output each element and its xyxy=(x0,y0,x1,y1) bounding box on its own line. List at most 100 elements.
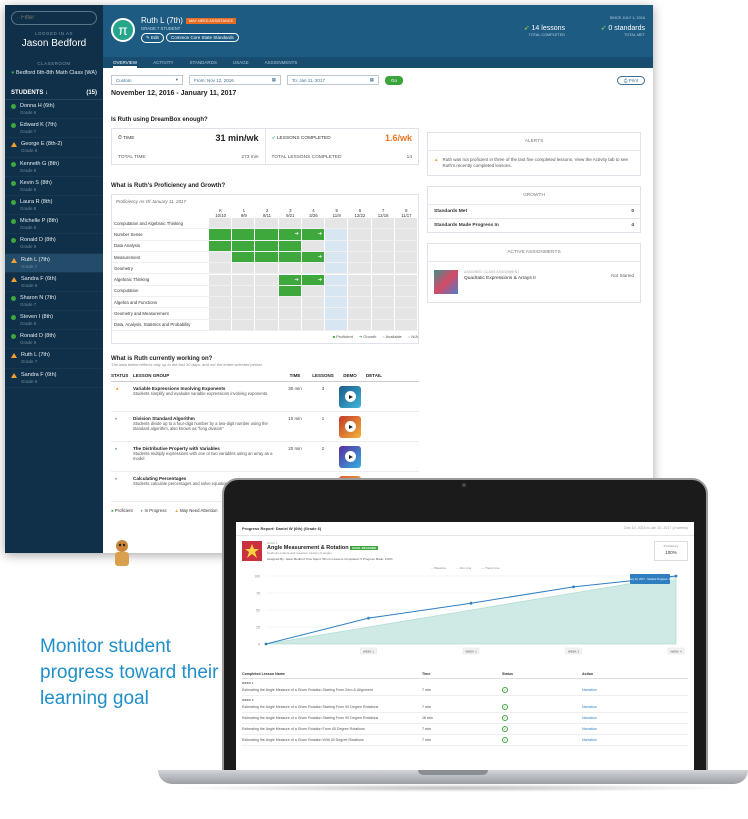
play-icon[interactable] xyxy=(344,421,356,433)
grid-cell[interactable] xyxy=(232,285,256,297)
grid-cell[interactable] xyxy=(371,274,395,285)
grid-cell[interactable] xyxy=(278,308,302,319)
grid-cell[interactable] xyxy=(394,308,419,319)
grid-cell[interactable] xyxy=(371,229,395,240)
tab-overview[interactable]: OVERVIEW xyxy=(113,57,138,68)
grid-cell[interactable] xyxy=(278,251,302,263)
narration-link[interactable]: Narration xyxy=(582,688,662,692)
print-button[interactable]: ⎙ Print xyxy=(616,75,645,85)
grid-cell[interactable] xyxy=(208,263,233,274)
grid-cell[interactable] xyxy=(325,308,349,319)
student-item[interactable]: Kenneth G (8th) Grade 8 xyxy=(5,158,103,177)
grid-cell[interactable] xyxy=(348,274,372,285)
grid-cell[interactable] xyxy=(371,240,395,251)
student-item[interactable]: Edward K (7th) Grade 7 xyxy=(5,119,103,139)
grid-cell[interactable] xyxy=(394,240,419,251)
student-item[interactable]: George E (8th-2) Grade 8 xyxy=(5,138,103,158)
classroom-select[interactable]: ● Bedford 6th-8th Math Class (WA) xyxy=(9,69,99,77)
grid-cell[interactable] xyxy=(371,297,395,308)
student-item[interactable]: Ruth L (7th) Grade 7 xyxy=(5,349,103,369)
grid-cell[interactable] xyxy=(301,263,326,274)
grid-cell[interactable] xyxy=(325,240,349,251)
grid-cell[interactable] xyxy=(208,218,233,229)
narration-link[interactable]: Narration xyxy=(582,716,662,720)
grid-cell[interactable] xyxy=(208,297,233,308)
grid-cell[interactable] xyxy=(255,263,279,274)
grid-cell[interactable] xyxy=(301,308,326,319)
grid-cell[interactable] xyxy=(348,229,372,240)
student-item[interactable]: Ronald D (8th) Grade 8 xyxy=(5,330,103,350)
grid-cell[interactable] xyxy=(301,297,326,308)
student-item[interactable]: Laura R (8th) Grade 8 xyxy=(5,196,103,216)
grid-cell[interactable] xyxy=(232,308,256,319)
grid-cell[interactable]: ➔ xyxy=(301,229,326,240)
table-row[interactable]: ◐ Division Standard Algorithm Students div… xyxy=(111,412,419,442)
grid-cell[interactable] xyxy=(394,297,419,308)
grid-cell[interactable] xyxy=(208,285,233,297)
from-date-field[interactable]: From: Nov 12, 2016 ▦ xyxy=(189,75,281,85)
student-item[interactable]: Sharon N (7th) Grade 7 xyxy=(5,292,103,312)
grid-cell[interactable] xyxy=(325,297,349,308)
table-row[interactable]: Estimating the Angle Measure of a Given … xyxy=(242,735,688,746)
grid-cell[interactable] xyxy=(348,285,372,297)
grid-cell[interactable] xyxy=(371,285,395,297)
grid-cell[interactable] xyxy=(394,274,419,285)
tab-assignments[interactable]: ASSIGNMENTS xyxy=(265,57,298,68)
grid-cell[interactable] xyxy=(232,263,256,274)
assignment-row[interactable]: ASSIGNED: CLASS ASSIGNMENT Quadratic Exp… xyxy=(428,262,640,302)
grid-cell[interactable] xyxy=(371,251,395,263)
table-row[interactable]: Estimating the Angle Measure of a Given … xyxy=(242,713,688,724)
table-row[interactable]: Estimating the Angle Measure of a Given … xyxy=(242,685,688,696)
grid-cell[interactable] xyxy=(325,285,349,297)
table-row[interactable]: Estimating the Angle Measure of a Given … xyxy=(242,702,688,713)
grid-cell[interactable] xyxy=(348,240,372,251)
grid-cell[interactable] xyxy=(255,229,279,240)
grid-cell[interactable] xyxy=(371,263,395,274)
grid-cell[interactable] xyxy=(325,319,349,330)
grid-cell[interactable] xyxy=(394,285,419,297)
search-input[interactable] xyxy=(21,15,91,21)
grid-cell[interactable] xyxy=(278,297,302,308)
student-item[interactable]: Sandra F (6th) Grade 6 xyxy=(5,273,103,292)
grid-cell[interactable] xyxy=(232,218,256,229)
to-date-field[interactable]: To: Jan 11, 2017 ▦ xyxy=(287,75,379,85)
grid-cell[interactable] xyxy=(255,218,279,229)
grid-cell[interactable] xyxy=(232,319,256,330)
grid-cell[interactable] xyxy=(208,240,233,251)
student-item[interactable]: Kevin S (8th) Grade 8 xyxy=(5,177,103,196)
grid-cell[interactable] xyxy=(208,229,233,240)
play-icon[interactable] xyxy=(344,391,356,403)
grid-cell[interactable] xyxy=(208,308,233,319)
table-row[interactable]: ▲ Variable Expressions Involving Exponent… xyxy=(111,382,419,412)
grid-cell[interactable] xyxy=(255,285,279,297)
student-item[interactable]: Michelle P (8th) Grade 8 xyxy=(5,215,103,235)
students-header[interactable]: STUDENTS ↓ (15) xyxy=(5,80,103,100)
grid-cell[interactable] xyxy=(232,229,256,240)
grid-cell[interactable] xyxy=(255,319,279,330)
grid-cell[interactable] xyxy=(301,240,326,251)
demo-thumbnail[interactable] xyxy=(339,385,361,408)
table-row[interactable]: Estimating the Angle Measure of a Given … xyxy=(242,724,688,735)
grid-cell[interactable]: ➔ xyxy=(301,274,326,285)
grid-cell[interactable] xyxy=(348,297,372,308)
grid-cell[interactable] xyxy=(278,319,302,330)
grid-cell[interactable] xyxy=(348,263,372,274)
grid-cell[interactable] xyxy=(255,240,279,251)
grid-cell[interactable] xyxy=(278,263,302,274)
go-button[interactable]: Go xyxy=(385,75,404,85)
grid-cell[interactable] xyxy=(394,319,419,330)
grid-cell[interactable]: ➔ xyxy=(278,229,302,240)
standards-button[interactable]: Common Core State Standards xyxy=(166,33,239,42)
grid-cell[interactable] xyxy=(371,319,395,330)
grid-cell[interactable]: ➔ xyxy=(301,251,326,263)
demo-thumbnail[interactable] xyxy=(339,415,361,438)
grid-cell[interactable] xyxy=(371,308,395,319)
student-item[interactable]: Sandra F (6th) Grade 6 xyxy=(5,369,103,388)
grid-cell[interactable] xyxy=(348,218,372,229)
narration-link[interactable]: Narration xyxy=(582,738,662,742)
student-item[interactable]: Ronald D (8th) Grade 8 xyxy=(5,234,103,254)
grid-cell[interactable] xyxy=(278,240,302,251)
grid-cell[interactable] xyxy=(232,251,256,263)
student-item[interactable]: Ruth L (7th) Grade 7 xyxy=(5,253,103,273)
grid-cell[interactable] xyxy=(325,274,349,285)
